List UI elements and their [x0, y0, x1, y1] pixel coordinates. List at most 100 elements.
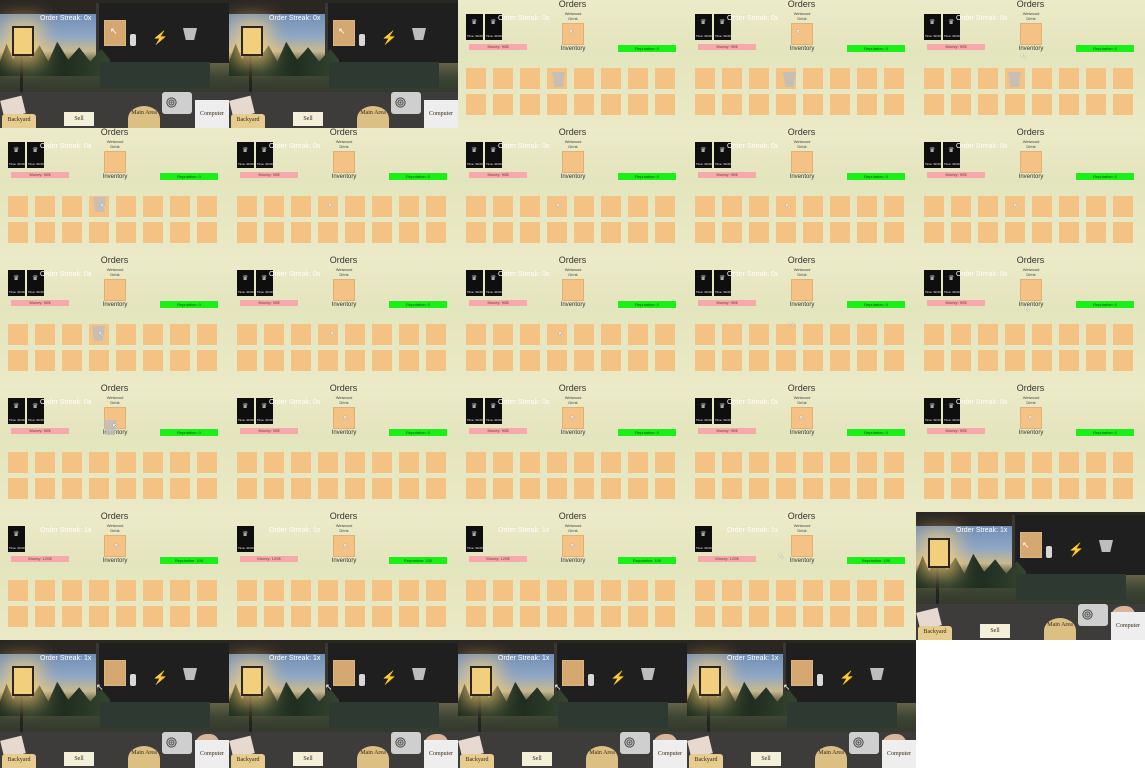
inventory-slot[interactable] [547, 452, 567, 473]
inventory-slot[interactable] [749, 606, 769, 627]
inventory-slot[interactable] [466, 606, 486, 627]
inventory-slot[interactable] [62, 452, 82, 473]
inventory-slot[interactable] [264, 606, 284, 627]
inventory-slot[interactable] [951, 94, 971, 115]
inventory-slot[interactable] [857, 196, 877, 217]
main-area-button[interactable]: Main Area [357, 746, 389, 768]
inventory-slot[interactable] [830, 452, 850, 473]
inventory-slot[interactable] [695, 350, 715, 371]
inventory-slot[interactable] [1059, 94, 1079, 115]
inventory-slot[interactable] [628, 222, 648, 243]
inventory-slot[interactable] [857, 452, 877, 473]
inventory-slot[interactable] [722, 324, 742, 345]
inventory-slot[interactable] [62, 196, 82, 217]
inventory-slot[interactable] [978, 94, 998, 115]
inventory-slot[interactable] [1113, 196, 1133, 217]
inventory-slot[interactable] [722, 452, 742, 473]
inventory-slot[interactable] [1005, 350, 1025, 371]
inventory-slot[interactable] [655, 324, 675, 345]
inventory-slot[interactable] [722, 94, 742, 115]
inventory-slot[interactable] [978, 350, 998, 371]
inventory-slot[interactable] [372, 222, 392, 243]
inventory-slot[interactable] [170, 222, 190, 243]
inventory-slot[interactable] [857, 94, 877, 115]
inventory-slot[interactable] [1059, 324, 1079, 345]
inventory-slot[interactable] [547, 580, 567, 601]
inventory-slot[interactable] [1032, 222, 1052, 243]
sell-button[interactable]: Sell [522, 752, 552, 766]
inventory-slot[interactable] [35, 452, 55, 473]
inventory-slot[interactable] [574, 94, 594, 115]
inventory-slot[interactable] [1059, 222, 1079, 243]
inventory-slot[interactable] [520, 196, 540, 217]
inventory-slot[interactable] [197, 478, 217, 499]
inventory-slot[interactable] [655, 478, 675, 499]
inventory-slot[interactable] [466, 452, 486, 473]
inventory-slot[interactable] [197, 324, 217, 345]
inventory-slot[interactable] [574, 324, 594, 345]
inventory-slot[interactable] [372, 350, 392, 371]
inventory-slot[interactable] [1086, 324, 1106, 345]
inventory-slot[interactable] [547, 606, 567, 627]
order-card[interactable]: ♛ Time: 30.00 [8, 142, 25, 168]
inventory-slot[interactable] [170, 350, 190, 371]
inventory-slot[interactable] [655, 68, 675, 89]
inventory-slot[interactable] [884, 580, 904, 601]
inventory-slot[interactable] [170, 196, 190, 217]
inventory-slot[interactable] [857, 478, 877, 499]
inventory-slot[interactable] [264, 222, 284, 243]
inventory-slot[interactable] [1113, 350, 1133, 371]
inventory-slot[interactable] [601, 94, 621, 115]
drink-slot[interactable] [104, 660, 126, 686]
inventory-slot[interactable] [830, 196, 850, 217]
inventory-slot[interactable] [520, 580, 540, 601]
inventory-slot[interactable] [655, 350, 675, 371]
inventory-slot[interactable] [8, 606, 28, 627]
inventory-slot[interactable] [830, 68, 850, 89]
inventory-slot[interactable] [1113, 452, 1133, 473]
inventory-slot[interactable] [116, 222, 136, 243]
inventory-slot[interactable] [1113, 94, 1133, 115]
radio-icon[interactable] [162, 732, 192, 754]
inventory-slot[interactable] [547, 94, 567, 115]
inventory-slot[interactable] [170, 606, 190, 627]
inventory-slot[interactable] [143, 350, 163, 371]
inventory-slot[interactable] [1032, 452, 1052, 473]
inventory-slot[interactable] [237, 478, 257, 499]
radio-icon[interactable] [1078, 604, 1108, 626]
inventory-slot[interactable] [655, 196, 675, 217]
drink-slot[interactable] [791, 535, 813, 557]
inventory-slot[interactable] [143, 580, 163, 601]
inventory-slot[interactable] [1005, 478, 1025, 499]
inventory-slot[interactable] [601, 324, 621, 345]
inventory-slot[interactable] [655, 606, 675, 627]
order-card[interactable]: ♛ Time: 30.00 [924, 142, 941, 168]
computer-button[interactable]: Computer [424, 100, 458, 128]
order-card[interactable]: ♛ Time: 30.00 [695, 398, 712, 424]
inventory-slot[interactable] [1113, 222, 1133, 243]
inventory-slot[interactable] [924, 94, 944, 115]
inventory-slot[interactable] [143, 196, 163, 217]
inventory-slot[interactable] [197, 350, 217, 371]
inventory-slot[interactable] [8, 452, 28, 473]
inventory-slot[interactable] [722, 350, 742, 371]
inventory-slot[interactable] [264, 196, 284, 217]
inventory-slot[interactable] [601, 222, 621, 243]
inventory-slot[interactable] [884, 350, 904, 371]
inventory-slot[interactable] [35, 478, 55, 499]
inventory-slot[interactable] [803, 606, 823, 627]
order-card[interactable]: ♛ Time: 30.00 [8, 270, 25, 296]
inventory-slot[interactable] [574, 68, 594, 89]
inventory-slot[interactable] [1032, 196, 1052, 217]
radio-icon[interactable] [849, 732, 879, 754]
order-card[interactable]: ♛ Time: 30.00 [466, 526, 483, 552]
computer-button[interactable]: Computer [195, 740, 229, 768]
inventory-slot[interactable] [803, 478, 823, 499]
inventory-slot[interactable] [116, 350, 136, 371]
sell-button[interactable]: Sell [751, 752, 781, 766]
inventory-slot[interactable] [1032, 350, 1052, 371]
inventory-slot[interactable] [924, 222, 944, 243]
inventory-slot[interactable] [601, 580, 621, 601]
order-card[interactable]: ♛ Time: 30.00 [466, 398, 483, 424]
inventory-slot[interactable] [574, 350, 594, 371]
